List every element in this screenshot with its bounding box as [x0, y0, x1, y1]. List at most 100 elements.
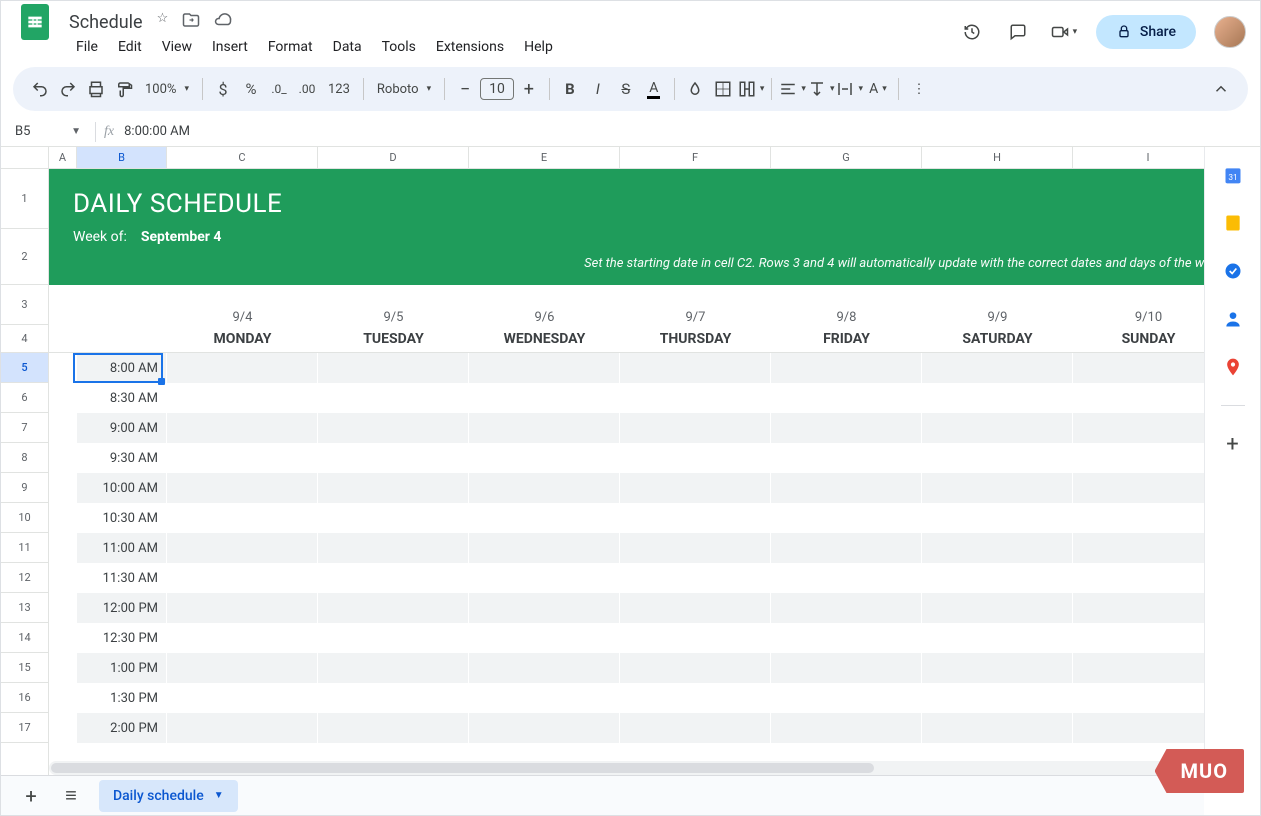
column-headers[interactable]: ABCDEFGHI	[1, 147, 1204, 169]
slot-row-4[interactable]: 10:00 AM	[49, 473, 1204, 503]
italic-icon[interactable]: I	[585, 75, 611, 103]
col-header-H[interactable]: H	[922, 147, 1073, 168]
add-on-icon[interactable]: +	[1223, 434, 1243, 454]
slot-row-1[interactable]: 8:30 AM	[49, 383, 1204, 413]
zoom-level[interactable]: 100%	[139, 75, 195, 103]
col-header-I[interactable]: I	[1073, 147, 1204, 168]
all-sheets-icon[interactable]: ≡	[59, 783, 83, 808]
row-header-8[interactable]: 8	[1, 443, 48, 473]
increase-decimal-icon[interactable]: .00	[294, 75, 320, 103]
font-family[interactable]: Roboto	[371, 75, 437, 103]
row-header-15[interactable]: 15	[1, 653, 48, 683]
row-header-14[interactable]: 14	[1, 623, 48, 653]
valign-icon[interactable]	[808, 75, 835, 103]
row-header-3[interactable]: 3	[1, 285, 48, 325]
slot-row-2[interactable]: 9:00 AM	[49, 413, 1204, 443]
col-header-A[interactable]: A	[49, 147, 77, 168]
rotate-text-icon[interactable]: A	[865, 75, 891, 103]
slot-row-9[interactable]: 12:30 PM	[49, 623, 1204, 653]
keep-icon[interactable]	[1223, 213, 1243, 233]
menu-data[interactable]: Data	[324, 35, 371, 59]
move-icon[interactable]	[182, 11, 200, 33]
col-header-F[interactable]: F	[620, 147, 771, 168]
row-header-17[interactable]: 17	[1, 713, 48, 743]
bold-icon[interactable]: B	[557, 75, 583, 103]
slot-row-6[interactable]: 11:00 AM	[49, 533, 1204, 563]
history-icon[interactable]	[958, 18, 986, 46]
decrease-decimal-icon[interactable]: .0_	[266, 75, 292, 103]
menu-help[interactable]: Help	[515, 35, 562, 59]
slot-row-0[interactable]: 8:00 AM	[49, 353, 1204, 383]
comments-icon[interactable]	[1004, 18, 1032, 46]
row-header-12[interactable]: 12	[1, 563, 48, 593]
increase-font-icon[interactable]: +	[516, 75, 542, 103]
col-header-B[interactable]: B	[77, 147, 167, 168]
col-header-E[interactable]: E	[469, 147, 620, 168]
slot-row-5[interactable]: 10:30 AM	[49, 503, 1204, 533]
row-header-16[interactable]: 16	[1, 683, 48, 713]
row-header-4[interactable]: 4	[1, 325, 48, 353]
strike-icon[interactable]: S	[613, 75, 639, 103]
tasks-icon[interactable]	[1223, 261, 1243, 281]
decrease-font-icon[interactable]: −	[452, 75, 478, 103]
percent-icon[interactable]: %	[238, 75, 264, 103]
formula-input[interactable]: 8:00:00 AM	[124, 124, 190, 139]
collapse-toolbar-icon[interactable]	[1208, 75, 1234, 103]
undo-icon[interactable]	[27, 75, 53, 103]
row-header-13[interactable]: 13	[1, 593, 48, 623]
paint-format-icon[interactable]	[111, 75, 137, 103]
horizontal-scrollbar[interactable]	[49, 761, 1192, 775]
share-button[interactable]: Share	[1096, 15, 1196, 49]
menu-format[interactable]: Format	[259, 35, 322, 59]
contacts-icon[interactable]	[1223, 309, 1243, 329]
font-size[interactable]: 10	[480, 78, 514, 100]
row-header-11[interactable]: 11	[1, 533, 48, 563]
row-header-5[interactable]: 5	[1, 353, 48, 383]
spreadsheet-grid[interactable]: ABCDEFGHI 1234567891011121314151617 DAIL…	[1, 147, 1204, 783]
select-all-corner[interactable]	[1, 147, 49, 168]
row-header-10[interactable]: 10	[1, 503, 48, 533]
slot-row-8[interactable]: 12:00 PM	[49, 593, 1204, 623]
row-header-1[interactable]: 1	[1, 169, 48, 229]
halign-icon[interactable]	[779, 75, 806, 103]
meet-icon[interactable]	[1050, 18, 1078, 46]
col-header-G[interactable]: G	[771, 147, 922, 168]
fill-color-icon[interactable]	[682, 75, 708, 103]
slot-row-3[interactable]: 9:30 AM	[49, 443, 1204, 473]
sheet-tab[interactable]: Daily schedule▼	[99, 780, 238, 812]
menu-file[interactable]: File	[67, 35, 107, 59]
borders-icon[interactable]	[710, 75, 736, 103]
menu-view[interactable]: View	[153, 35, 201, 59]
currency-icon[interactable]: $	[210, 75, 236, 103]
slot-row-10[interactable]: 1:00 PM	[49, 653, 1204, 683]
number-format[interactable]: 123	[322, 75, 356, 103]
menu-edit[interactable]: Edit	[109, 35, 151, 59]
slot-row-12[interactable]: 2:00 PM	[49, 713, 1204, 743]
row-header-7[interactable]: 7	[1, 413, 48, 443]
add-sheet-icon[interactable]: +	[19, 784, 43, 808]
maps-icon[interactable]	[1223, 357, 1243, 377]
menu-extensions[interactable]: Extensions	[427, 35, 513, 59]
merge-icon[interactable]	[738, 75, 765, 103]
row-header-6[interactable]: 6	[1, 383, 48, 413]
row-header-2[interactable]: 2	[1, 229, 48, 285]
redo-icon[interactable]	[55, 75, 81, 103]
app-logo[interactable]	[15, 2, 55, 42]
cloud-status-icon[interactable]	[214, 11, 232, 33]
slot-row-7[interactable]: 11:30 AM	[49, 563, 1204, 593]
col-header-D[interactable]: D	[318, 147, 469, 168]
calendar-icon[interactable]: 31	[1223, 165, 1243, 185]
row-header-9[interactable]: 9	[1, 473, 48, 503]
wrap-icon[interactable]	[836, 75, 863, 103]
slot-row-11[interactable]: 1:30 PM	[49, 683, 1204, 713]
name-box[interactable]: B5▼	[9, 124, 87, 139]
more-icon[interactable]: ⋮	[906, 75, 932, 103]
print-icon[interactable]	[83, 75, 109, 103]
star-icon[interactable]: ☆	[157, 11, 169, 33]
row-headers[interactable]: 1234567891011121314151617	[1, 169, 49, 783]
account-avatar[interactable]	[1214, 16, 1246, 48]
text-color-icon[interactable]: A	[641, 75, 667, 103]
col-header-C[interactable]: C	[167, 147, 318, 168]
menu-tools[interactable]: Tools	[373, 35, 425, 59]
menu-insert[interactable]: Insert	[203, 35, 257, 59]
